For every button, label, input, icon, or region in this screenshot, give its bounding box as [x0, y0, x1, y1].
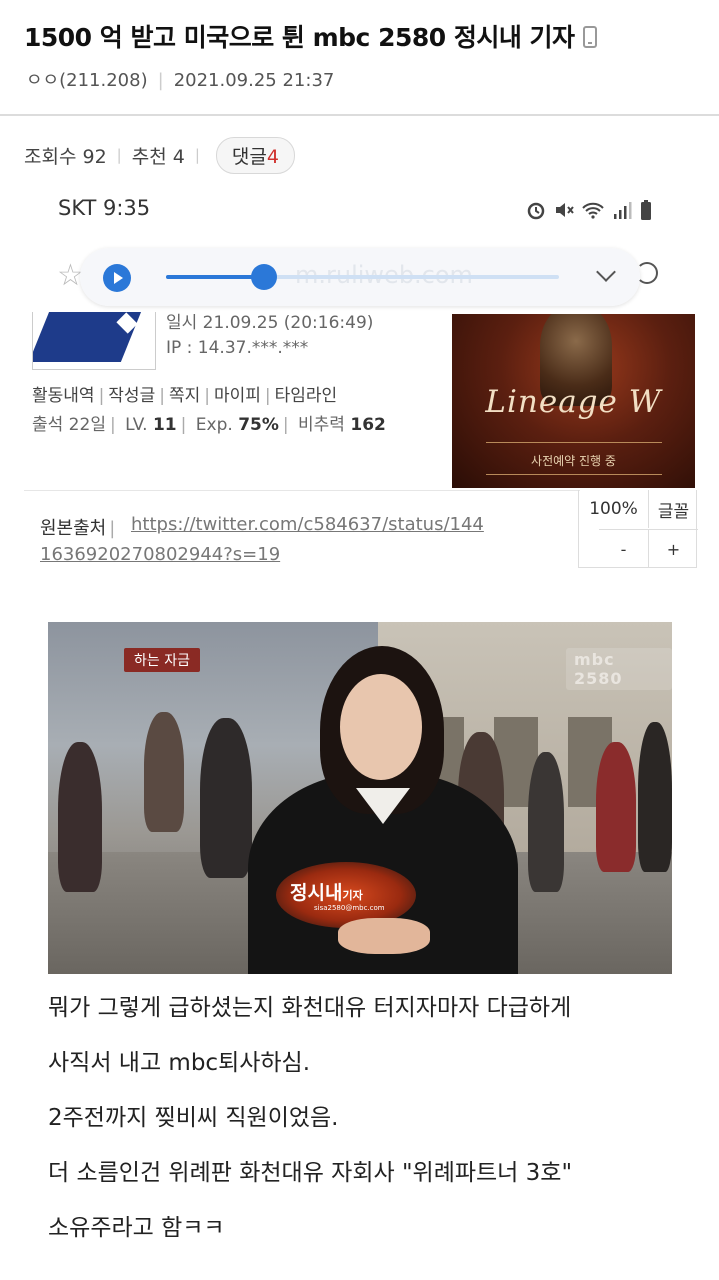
source-separator: | — [109, 518, 116, 539]
body-line-4: 더 소름인건 위례판 화천대유 자회사 "위례파트너 3호" — [48, 1160, 573, 1186]
link-separator: | — [264, 386, 271, 406]
profile-links: 활동내역 | 작성글 | 쪽지 | 마이피 | 타임라인 — [32, 381, 337, 406]
font-controls: 100% 글꼴 - + — [578, 490, 698, 568]
link-activity[interactable]: 활동내역 — [32, 386, 95, 406]
photo-bystander — [58, 742, 102, 892]
body-line-5: 소유주라고 함ㅋㅋ — [48, 1215, 225, 1241]
status-icons — [525, 199, 653, 221]
photo-bystander — [144, 712, 184, 832]
author-name[interactable]: ㅇㅇ(211.208) — [26, 70, 148, 91]
profile-ip: IP : 14.37.***.*** — [166, 338, 309, 358]
ad-banner[interactable]: Lineage W 사전예약 진행 중 — [452, 314, 695, 488]
alarm-icon — [527, 202, 545, 220]
ad-rule — [486, 474, 662, 475]
post-title: 1500 억 받고 미국으로 튄 mbc 2580 정시내 기자 — [24, 18, 597, 54]
views-count: 조회수 92 — [24, 145, 107, 168]
ad-rule — [486, 442, 662, 443]
reporter-hands — [338, 918, 430, 954]
stats-separator: | — [180, 415, 187, 435]
ad-logo: Lineage W — [485, 384, 662, 420]
post-datetime: 2021.09.25 21:37 — [173, 70, 335, 91]
comment-label: 댓글 — [231, 145, 267, 168]
progress-fill — [166, 275, 265, 279]
body-line-3: 2주전까지 찢비씨 직원이었음. — [48, 1105, 339, 1131]
level-label: LV. — [125, 415, 148, 435]
source-link-continued[interactable]: 1636920270802944?s=19 — [40, 544, 280, 565]
news-photo: mbc 2580 하는 자금 정시내기자 sisa2580@mbc.com — [48, 622, 672, 974]
link-message[interactable]: 쪽지 — [169, 386, 200, 406]
source-label: 원본출처 | — [40, 514, 118, 540]
reporter-face — [340, 674, 422, 780]
carrier-time: SKT 9:35 — [58, 196, 151, 220]
link-separator: | — [204, 386, 210, 406]
progress-knob[interactable] — [251, 264, 278, 290]
mobile-icon — [582, 26, 597, 48]
link-posts[interactable]: 작성글 — [108, 386, 155, 406]
profile-avatar — [32, 312, 156, 370]
header-divider — [0, 114, 719, 116]
body-line-1: 뭐가 그렇게 급하셨는지 화천대유 터지자마자 다급하게 — [48, 995, 572, 1021]
body-line-2: 사직서 내고 mbc퇴사하심. — [48, 1050, 311, 1076]
broadcast-tag: 하는 자금 — [124, 648, 200, 672]
chevron-down-icon[interactable] — [596, 262, 616, 282]
link-separator: | — [159, 386, 165, 406]
exp-label: Exp. — [195, 415, 233, 435]
recommend-count: 추천 4 — [131, 145, 185, 168]
mute-icon — [556, 203, 574, 217]
attendance: 출석 22일 — [32, 415, 106, 435]
font-decrease-button[interactable]: - — [599, 529, 649, 568]
signal-icon — [614, 202, 632, 219]
source-label-text: 원본출처 — [40, 518, 107, 539]
post-stats: 조회수 92 | 추천 4 | 댓글4 — [24, 136, 295, 174]
post-title-text: 1500 억 받고 미국으로 튄 mbc 2580 정시내 기자 — [24, 23, 575, 52]
caption-name: 정시내 — [290, 882, 343, 904]
caption-title: 기자 — [342, 889, 363, 902]
link-mypi[interactable]: 마이피 — [214, 386, 261, 406]
progress-track[interactable] — [166, 264, 559, 290]
zoom-level[interactable]: 100% — [579, 490, 649, 528]
exp-value: 75% — [238, 415, 279, 435]
stats-separator: | — [194, 146, 200, 164]
link-timeline[interactable]: 타임라인 — [275, 386, 338, 406]
audio-player: m.ruliweb.com — [80, 248, 640, 306]
ad-subtext: 사전예약 진행 중 — [531, 454, 616, 468]
font-increase-button[interactable]: + — [649, 529, 698, 568]
section-divider — [24, 490, 580, 491]
battery-icon — [641, 200, 651, 220]
embedded-status-bar: SKT 9:35 — [0, 196, 719, 228]
post-meta: ㅇㅇ(211.208) | 2021.09.25 21:37 — [26, 66, 334, 92]
comment-button[interactable]: 댓글4 — [215, 136, 295, 174]
reporter-caption: 정시내기자 — [290, 878, 363, 905]
power-value: 162 — [350, 415, 386, 435]
source-link[interactable]: https://twitter.com/c584637/status/144 — [131, 514, 484, 535]
meta-separator: | — [157, 70, 164, 91]
level-value: 11 — [152, 415, 177, 435]
photo-bystander — [528, 752, 564, 892]
refresh-icon[interactable] — [636, 262, 658, 284]
comment-count: 4 — [266, 145, 279, 168]
photo-bystander — [200, 718, 252, 878]
power-label: 비추력 — [298, 415, 345, 435]
stats-separator: | — [282, 415, 289, 435]
broadcast-logo: mbc 2580 — [566, 648, 672, 690]
stats-separator: | — [109, 415, 116, 435]
photo-bystander — [596, 742, 636, 872]
font-button[interactable]: 글꼴 — [649, 490, 698, 528]
photo-bystander — [638, 722, 672, 872]
profile-stats: 출석 22일 | LV. 11 | Exp. 75% | 비추력 162 — [32, 410, 386, 435]
wifi-icon — [582, 202, 604, 219]
reporter-email: sisa2580@mbc.com — [314, 904, 385, 912]
play-button[interactable] — [103, 264, 131, 292]
stats-separator: | — [116, 146, 122, 164]
profile-date: 일시 21.09.25 (20:16:49) — [166, 313, 374, 333]
link-separator: | — [98, 386, 105, 406]
